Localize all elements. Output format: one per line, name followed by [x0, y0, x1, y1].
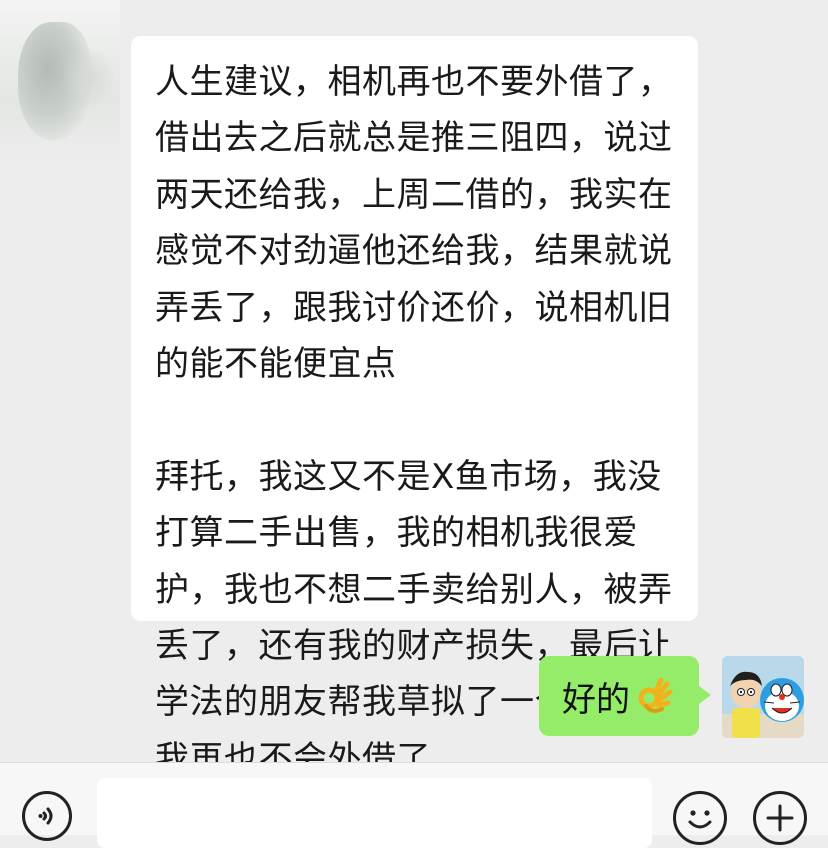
voice-icon[interactable] [22, 791, 72, 841]
outgoing-message-bubble[interactable]: 好的 [539, 656, 711, 736]
ok-hand-icon [634, 676, 674, 716]
input-bar [0, 762, 828, 848]
chat-area[interactable]: 人生建议，相机再也不要外借了， 借出去之后就总是推三阻四，说过 两天还给我，上周… [0, 0, 828, 779]
contact-avatar[interactable] [0, 0, 120, 165]
my-avatar[interactable] [722, 656, 804, 738]
incoming-message-bubble[interactable]: 人生建议，相机再也不要外借了， 借出去之后就总是推三阻四，说过 两天还给我，上周… [131, 36, 698, 779]
plus-icon[interactable] [753, 791, 807, 845]
outgoing-message-text: 好的 [562, 679, 630, 720]
message-input[interactable] [97, 778, 652, 848]
incoming-message-paragraph: 拜托，我这又不是Ⅹ鱼市场，我没 打算二手出售，我的相机我很爱 护，我也不想二手卖… [155, 456, 673, 779]
avatar-image-blob [64, 48, 114, 108]
incoming-message-paragraph: 人生建议，相机再也不要外借了， 借出去之后就总是推三阻四，说过 两天还给我，上周… [155, 62, 673, 385]
cartoon-avatar-icon [722, 656, 804, 738]
emoji-icon[interactable] [673, 791, 727, 845]
